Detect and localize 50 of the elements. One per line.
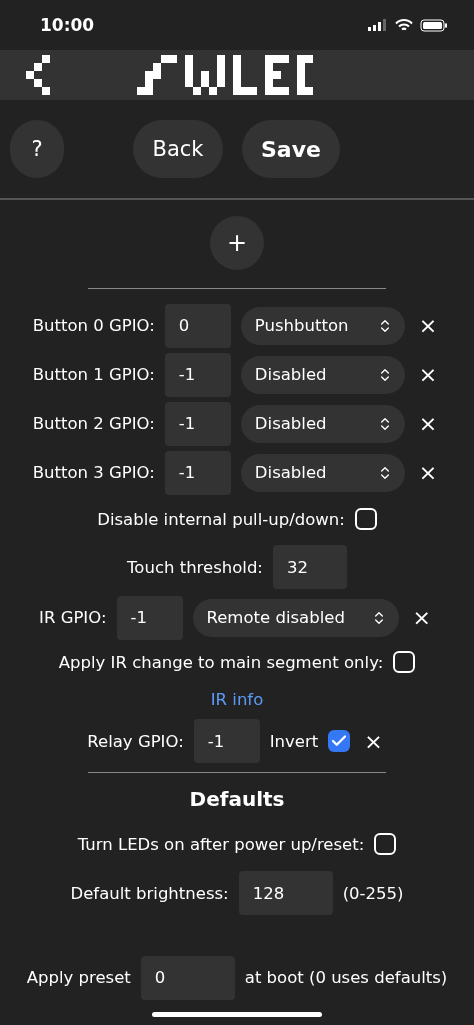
- preset-hint: at boot (0 uses defaults): [244, 968, 448, 987]
- save-button[interactable]: Save: [242, 120, 340, 178]
- back-chevron-icon[interactable]: [26, 55, 50, 95]
- pullup-label: Disable internal pull-up/down:: [97, 509, 345, 529]
- wifi-icon: [395, 18, 413, 32]
- remove-button[interactable]: ×: [414, 411, 442, 436]
- gpio-input[interactable]: -1: [164, 450, 231, 495]
- brightness-input[interactable]: 128: [238, 871, 333, 915]
- brightness-range-hint: (0-255): [342, 883, 404, 903]
- back-button[interactable]: Back: [133, 120, 223, 178]
- button-type-select[interactable]: Disabled: [240, 355, 405, 394]
- help-button[interactable]: ?: [10, 120, 64, 178]
- signal-icon: [368, 19, 388, 31]
- ir-gpio-label: IR GPIO:: [39, 608, 107, 627]
- remove-button[interactable]: ×: [414, 313, 442, 338]
- preset-input[interactable]: 0: [140, 955, 235, 1000]
- relay-gpio-input[interactable]: -1: [193, 719, 260, 763]
- checkbox[interactable]: [393, 651, 416, 673]
- button-gpio-label: Button 2 GPIO:: [32, 414, 155, 433]
- checkbox[interactable]: [374, 833, 397, 855]
- invert-label: Invert: [269, 731, 319, 751]
- remove-button[interactable]: ×: [414, 460, 442, 485]
- gpio-input[interactable]: -1: [164, 401, 231, 446]
- button-type-select[interactable]: Disabled: [240, 404, 405, 443]
- section-title: Defaults: [189, 787, 285, 811]
- remove-button[interactable]: ×: [408, 605, 435, 630]
- add-button[interactable]: +: [210, 216, 264, 270]
- button-type-select[interactable]: Disabled: [240, 453, 405, 492]
- touch-threshold-input[interactable]: 32: [272, 545, 347, 589]
- relay-gpio-label: Relay GPIO:: [87, 731, 184, 751]
- gpio-input[interactable]: -1: [164, 352, 231, 397]
- checkbox[interactable]: [328, 730, 351, 752]
- ir-remote-select[interactable]: Remote disabled: [192, 598, 399, 637]
- preset-label: Apply preset: [26, 968, 131, 987]
- checkbox[interactable]: [354, 508, 377, 530]
- ir-main-segment-label: Apply IR change to main segment only:: [58, 652, 384, 672]
- button-type-select[interactable]: Pushbutton: [240, 306, 405, 345]
- touch-threshold-label: Touch threshold:: [127, 557, 263, 577]
- button-gpio-label: Button 1 GPIO:: [32, 365, 155, 384]
- remove-button[interactable]: ×: [360, 728, 387, 754]
- remove-button[interactable]: ×: [414, 362, 442, 387]
- brightness-label: Default brightness:: [70, 883, 229, 903]
- leds-on-label: Turn LEDs on after power up/reset:: [77, 834, 365, 854]
- ir-info-link[interactable]: IR info: [210, 689, 264, 709]
- status-time: 10:00: [40, 15, 95, 35]
- button-gpio-label: Button 3 GPIO:: [32, 463, 155, 482]
- button-gpio-label: Button 0 GPIO:: [32, 316, 155, 335]
- ir-gpio-input[interactable]: -1: [116, 595, 183, 640]
- battery-icon: [420, 18, 448, 32]
- gpio-input[interactable]: 0: [164, 303, 231, 348]
